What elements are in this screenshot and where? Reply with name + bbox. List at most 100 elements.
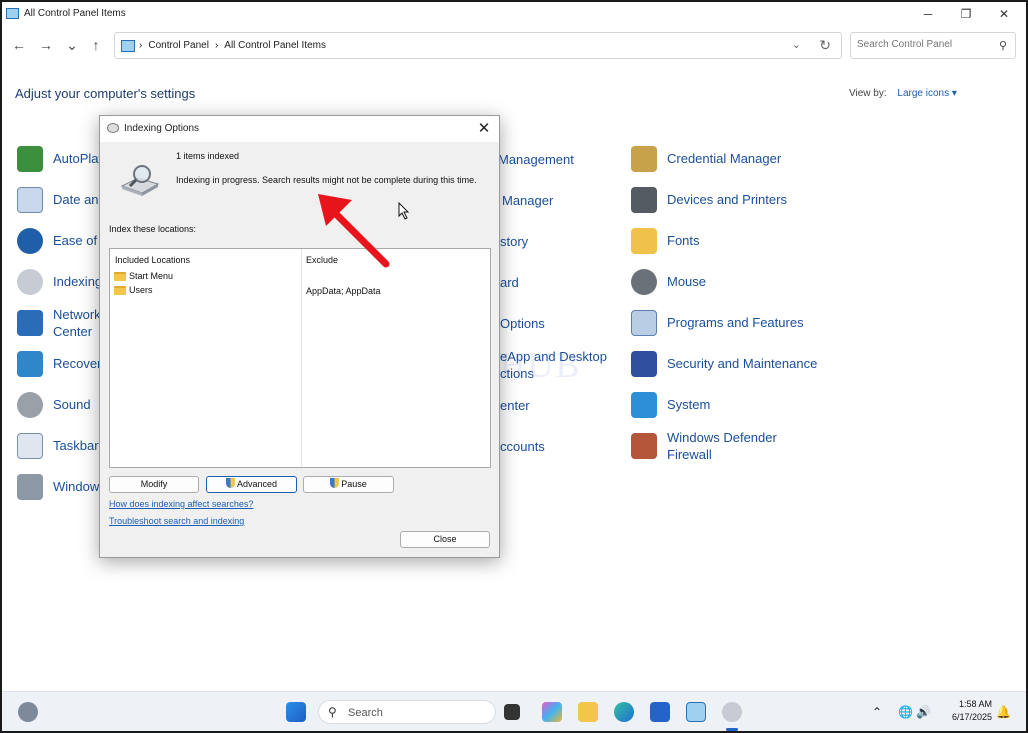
item-fonts[interactable]: Fonts [631, 224, 831, 260]
indexing-icon [107, 123, 119, 133]
item-autoplay[interactable]: AutoPlay [17, 142, 107, 178]
item-label: Fonts [667, 233, 700, 248]
item-file-history-fragment[interactable]: story [500, 233, 528, 250]
item-security-maintenance[interactable]: Security and Maintenance [631, 347, 851, 383]
maximize-button[interactable]: ❐ [956, 6, 976, 22]
window-title: All Control Panel Items [24, 8, 126, 19]
address-bar[interactable]: › Control Panel › All Control Panel Item… [114, 32, 842, 59]
item-label: Indexing [53, 274, 103, 289]
item-windows-defender-firewall[interactable]: Windows Defender Firewall [631, 429, 831, 465]
globe-icon[interactable]: 🌐 [898, 705, 913, 719]
item-device-manager-fragment[interactable]: Management [498, 151, 574, 168]
chevron-down-icon[interactable]: ⌄ [792, 38, 801, 51]
view-by: View by: Large icons ▾ [849, 88, 957, 99]
task-view-icon[interactable] [504, 704, 520, 720]
search-box[interactable]: ⚲ [850, 32, 1016, 59]
advanced-button[interactable]: Advanced [206, 476, 297, 493]
forward-button[interactable]: → [37, 36, 55, 54]
locations-list[interactable]: Included Locations Exclude Start Menu Us… [109, 248, 491, 468]
close-window-button[interactable]: ✕ [994, 6, 1014, 22]
item-indexing-options[interactable]: Indexing [17, 265, 107, 301]
volume-icon[interactable]: 🔊 [916, 705, 931, 719]
item-ease-of-access[interactable]: Ease of A [17, 224, 109, 260]
monitor-icon [631, 392, 657, 418]
taskbar-icon [17, 433, 43, 459]
start-icon[interactable] [286, 702, 306, 722]
bell-icon[interactable]: 🔔 [996, 705, 1011, 719]
how-indexing-link[interactable]: How does indexing affect searches? [109, 499, 253, 509]
search-icon[interactable]: ⚲ [999, 39, 1007, 52]
pause-button[interactable]: Pause [303, 476, 394, 493]
fonts-icon [631, 228, 657, 254]
mouse-cursor-icon [398, 202, 410, 220]
item-credential-manager[interactable]: Credential Manager [631, 142, 831, 178]
location-name: Users [129, 285, 153, 295]
item-label: System [667, 397, 711, 412]
location-exclude: AppData; AppData [306, 286, 381, 296]
item-manager-fragment[interactable]: Manager [502, 192, 553, 209]
firewall-icon [631, 433, 657, 459]
chevron-up-icon[interactable]: ⌃ [872, 705, 882, 719]
breadcrumb-all-items[interactable]: All Control Panel Items [224, 40, 326, 51]
credential-icon [631, 146, 657, 172]
mouse-icon [631, 269, 657, 295]
item-recovery[interactable]: Recover [17, 347, 107, 383]
item-options-fragment[interactable]: Options [500, 315, 545, 332]
item-label-line2: Firewall [667, 447, 712, 462]
item-user-accounts-fragment[interactable]: ccounts [500, 438, 545, 455]
pause-label: Pause [341, 479, 367, 489]
store-icon[interactable] [650, 702, 670, 722]
recent-locations-button[interactable]: ⌄ [63, 36, 81, 54]
item-keyboard-fragment[interactable]: ard [500, 274, 519, 291]
dialog-close-icon[interactable]: ✕ [475, 119, 493, 137]
programs-icon [631, 310, 657, 336]
control-panel-taskbar-icon[interactable] [686, 702, 706, 722]
view-by-label: View by: [849, 88, 887, 99]
up-button[interactable]: ↑ [87, 36, 105, 54]
item-taskbar[interactable]: Taskbar a [17, 429, 109, 465]
ease-of-access-icon [17, 228, 43, 254]
item-system[interactable]: System [631, 388, 831, 424]
back-button[interactable]: ← [10, 36, 28, 54]
item-devices-printers[interactable]: Devices and Printers [631, 183, 831, 219]
clock[interactable]: 1:58 AM 6/17/2025 [946, 698, 992, 724]
search-input[interactable] [857, 39, 987, 50]
file-explorer-icon[interactable] [578, 702, 598, 722]
item-label-line1: Windows Defender [667, 430, 777, 445]
shield-icon [225, 478, 235, 488]
item-mouse[interactable]: Mouse [631, 265, 831, 301]
shield-icon [330, 478, 340, 488]
modify-button[interactable]: Modify [109, 476, 199, 493]
widgets-icon[interactable] [18, 702, 38, 722]
item-programs-features[interactable]: Programs and Features [631, 306, 831, 342]
folder-icon [114, 271, 126, 281]
dialog-close-button[interactable]: Close [400, 531, 490, 548]
location-row[interactable]: Users [114, 285, 153, 295]
item-label: Window [53, 479, 100, 494]
copilot-icon[interactable] [542, 702, 562, 722]
item-sound[interactable]: Sound [17, 388, 107, 424]
advanced-label: Advanced [236, 479, 278, 489]
breadcrumb-control-panel[interactable]: Control Panel [148, 40, 209, 51]
item-sync-center-fragment[interactable]: enter [500, 397, 530, 414]
item-label: Network Center [53, 306, 101, 340]
item-label: AutoPlay [53, 151, 106, 166]
item-windows-tools[interactable]: Window [17, 470, 107, 506]
minimize-button[interactable]: ─ [918, 6, 938, 22]
taskbar-search[interactable]: ⚲ Search [318, 700, 496, 724]
indexing-taskbar-icon[interactable] [722, 702, 742, 722]
view-by-dropdown[interactable]: Large icons ▾ [897, 88, 957, 99]
included-locations-header[interactable]: Included Locations [115, 255, 190, 265]
location-row[interactable]: Start Menu [114, 271, 173, 281]
item-date-time[interactable]: Date and [17, 183, 107, 219]
refresh-icon[interactable]: ↻ [819, 37, 831, 54]
control-panel-icon [6, 8, 19, 19]
item-network-sharing[interactable]: Network Center [17, 306, 107, 342]
item-label: Date and [53, 192, 106, 207]
troubleshoot-link[interactable]: Troubleshoot search and indexing [109, 516, 244, 526]
edge-icon[interactable] [614, 702, 634, 722]
indexing-drive-magnifier-icon [120, 165, 160, 196]
indexing-options-dialog: Indexing Options ✕ 1 items indexed Index… [99, 115, 500, 558]
control-panel-icon [121, 40, 135, 52]
page-title: Adjust your computer's settings [15, 86, 196, 101]
